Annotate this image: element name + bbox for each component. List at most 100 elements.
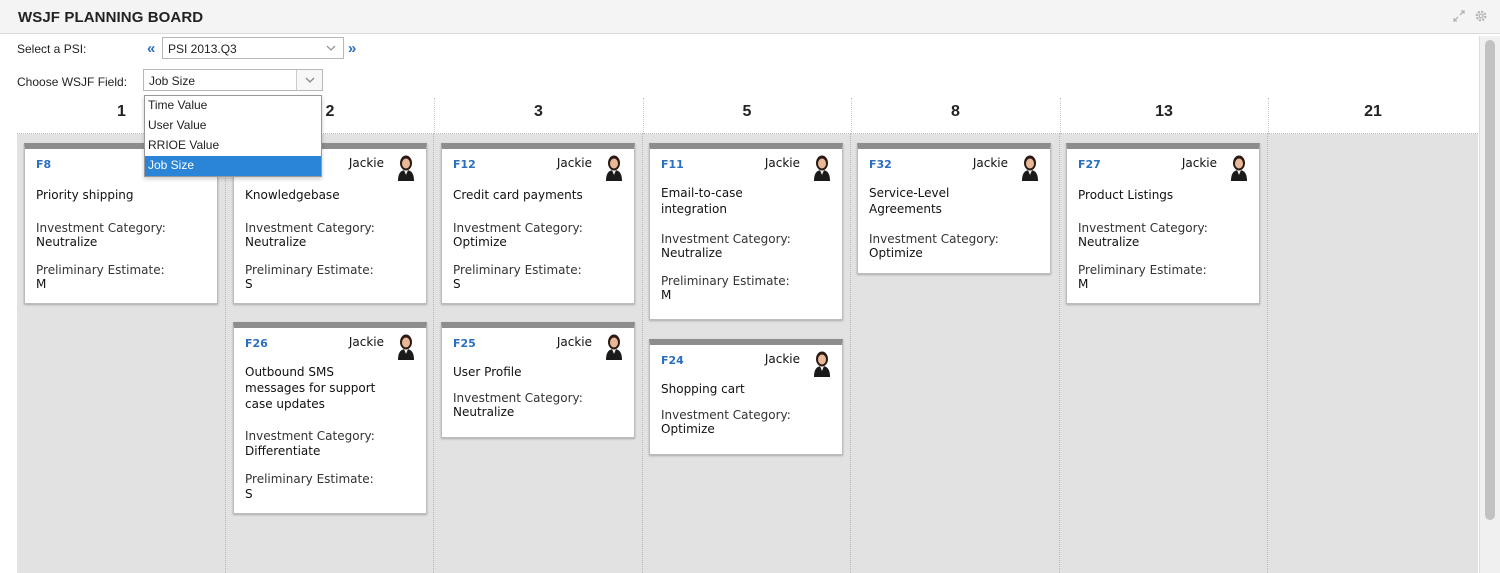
- card-title: Priority shipping: [36, 188, 134, 202]
- preliminary-estimate-label: Preliminary Estimate:: [245, 472, 374, 486]
- card-id[interactable]: F8: [36, 158, 51, 171]
- wsjf-field-label: Choose WSJF Field:: [17, 75, 128, 89]
- investment-category-label: Investment Category:: [1078, 221, 1208, 235]
- card-id[interactable]: F27: [1078, 158, 1101, 171]
- feature-card[interactable]: F26 Jackie Outbound SMS messages for sup…: [233, 322, 427, 514]
- card-id[interactable]: F24: [661, 354, 684, 367]
- column-lane-21: [1268, 134, 1478, 573]
- investment-category-value: Neutralize: [453, 405, 515, 419]
- feature-card[interactable]: F24 Jackie Shopping cart Investment Cate…: [649, 339, 843, 455]
- avatar: [808, 347, 836, 379]
- dropdown-option-time-value[interactable]: Time Value: [145, 96, 321, 116]
- column-divider: [1060, 98, 1061, 132]
- page-title: WSJF PLANNING BOARD: [18, 9, 204, 26]
- feature-card[interactable]: F12 Jackie Credit card payments Investme…: [441, 143, 635, 304]
- preliminary-estimate-value: M: [36, 277, 47, 291]
- avatar: [1016, 151, 1044, 183]
- investment-category-label: Investment Category:: [453, 221, 583, 235]
- card-id[interactable]: F25: [453, 337, 476, 350]
- avatar: [808, 151, 836, 183]
- dropdown-option-rrioe-value[interactable]: RRIOE Value: [145, 136, 321, 156]
- card-id[interactable]: F12: [453, 158, 476, 171]
- gear-icon[interactable]: [1474, 9, 1488, 23]
- column-header-8: 8: [851, 94, 1060, 134]
- feature-card[interactable]: F27 Jackie Product Listings Investment C…: [1066, 143, 1260, 304]
- avatar: [392, 330, 420, 362]
- card-owner: Jackie: [764, 156, 800, 170]
- preliminary-estimate-label: Preliminary Estimate:: [1078, 263, 1207, 277]
- column-header-21: 21: [1268, 94, 1478, 134]
- investment-category-value: Neutralize: [36, 235, 98, 249]
- investment-category-value: Optimize: [869, 246, 923, 260]
- avatar: [600, 151, 628, 183]
- vertical-scrollbar[interactable]: [1479, 36, 1500, 573]
- card-owner: Jackie: [972, 156, 1008, 170]
- psi-label: Select a PSI:: [17, 42, 87, 56]
- avatar: [600, 330, 628, 362]
- column-divider: [643, 98, 644, 132]
- investment-category-label: Investment Category:: [245, 429, 375, 443]
- column-divider: [1268, 98, 1269, 132]
- card-owner: Jackie: [348, 335, 384, 349]
- card-owner: Jackie: [556, 156, 592, 170]
- card-title: Email-to-case integration: [661, 186, 743, 216]
- investment-category-value: Differentiate: [245, 444, 321, 458]
- chevron-down-icon: [325, 42, 337, 54]
- investment-category-value: Neutralize: [661, 246, 723, 260]
- expand-icon[interactable]: [1452, 9, 1466, 23]
- column-header-5: 5: [643, 94, 851, 134]
- card-id[interactable]: F11: [661, 158, 684, 171]
- card-id[interactable]: F32: [869, 158, 892, 171]
- wsjf-field-dropdown: Time Value User Value RRIOE Value Job Si…: [144, 95, 322, 177]
- column-header-3: 3: [434, 94, 643, 134]
- wsjf-field-select[interactable]: Job Size: [143, 69, 323, 91]
- card-title: Shopping cart: [661, 382, 745, 396]
- next-psi-button[interactable]: »: [348, 40, 356, 57]
- preliminary-estimate-value: M: [1078, 277, 1089, 291]
- psi-select-value: PSI 2013.Q3: [168, 42, 237, 56]
- preliminary-estimate-value: S: [245, 277, 253, 291]
- card-title: Service-Level Agreements: [869, 186, 950, 216]
- column-divider: [434, 98, 435, 132]
- avatar: [392, 151, 420, 183]
- card-title: Credit card payments: [453, 188, 583, 202]
- investment-category-label: Investment Category:: [36, 221, 166, 235]
- preliminary-estimate-label: Preliminary Estimate:: [453, 263, 582, 277]
- feature-card[interactable]: F11 Jackie Email-to-case integration Inv…: [649, 143, 843, 320]
- feature-card[interactable]: F25 Jackie User Profile Investment Categ…: [441, 322, 635, 438]
- card-title: Knowledgebase: [245, 188, 340, 202]
- investment-category-value: Neutralize: [1078, 235, 1140, 249]
- card-id[interactable]: F26: [245, 337, 268, 350]
- investment-category-label: Investment Category:: [453, 391, 583, 405]
- card-owner: Jackie: [348, 156, 384, 170]
- feature-card[interactable]: F32 Jackie Service-Level Agreements Inve…: [857, 143, 1051, 274]
- investment-category-label: Investment Category:: [245, 221, 375, 235]
- preliminary-estimate-label: Preliminary Estimate:: [245, 263, 374, 277]
- dropdown-option-job-size[interactable]: Job Size: [145, 156, 321, 176]
- investment-category-value: Optimize: [661, 422, 715, 436]
- investment-category-label: Investment Category:: [869, 232, 999, 246]
- preliminary-estimate-value: M: [661, 288, 672, 302]
- avatar: [1225, 151, 1253, 183]
- chevron-down-icon: [305, 77, 315, 83]
- wsjf-field-value: Job Size: [149, 74, 196, 88]
- preliminary-estimate-label: Preliminary Estimate:: [661, 274, 790, 288]
- prev-psi-button[interactable]: «: [147, 40, 155, 57]
- column-header-13: 13: [1060, 94, 1268, 134]
- investment-category-value: Optimize: [453, 235, 507, 249]
- preliminary-estimate-value: S: [245, 487, 253, 501]
- card-owner: Jackie: [764, 352, 800, 366]
- psi-select[interactable]: PSI 2013.Q3: [162, 37, 344, 59]
- scrollbar-thumb[interactable]: [1485, 40, 1495, 520]
- dropdown-option-user-value[interactable]: User Value: [145, 116, 321, 136]
- investment-category-label: Investment Category:: [661, 232, 791, 246]
- preliminary-estimate-value: S: [453, 277, 461, 291]
- card-title: Product Listings: [1078, 188, 1174, 202]
- preliminary-estimate-label: Preliminary Estimate:: [36, 263, 165, 277]
- investment-category-value: Neutralize: [245, 235, 307, 249]
- title-bar: WSJF PLANNING BOARD: [0, 0, 1500, 34]
- wsjf-dropdown-button[interactable]: [296, 70, 322, 90]
- column-divider: [851, 98, 852, 132]
- card-title: Outbound SMS messages for support case u…: [245, 365, 376, 411]
- card-title: User Profile: [453, 365, 522, 379]
